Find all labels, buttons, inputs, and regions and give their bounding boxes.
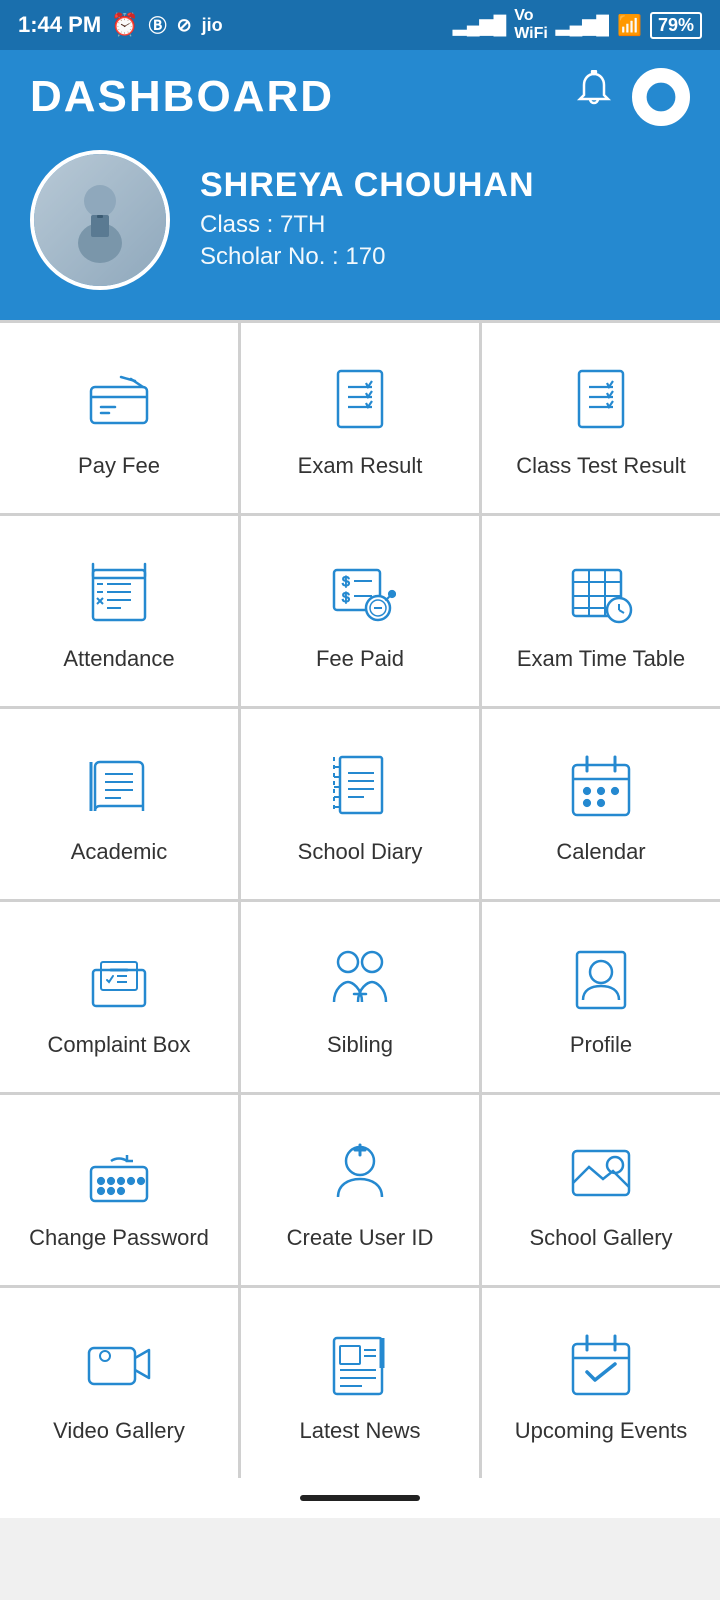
fee-paid-icon: $ $ — [324, 556, 396, 628]
logout-button[interactable] — [632, 68, 690, 126]
latest-news-icon — [324, 1328, 396, 1400]
class-test-result-icon — [565, 363, 637, 435]
attendance-icon — [83, 556, 155, 628]
fee-paid-label: Fee Paid — [316, 646, 404, 672]
vowifi-icon: VoWiFi — [514, 7, 548, 43]
grid-item-class-test-result[interactable]: Class Test Result — [482, 323, 720, 513]
grid-item-upcoming-events[interactable]: Upcoming Events — [482, 1288, 720, 1478]
svg-text:$: $ — [342, 589, 350, 605]
upcoming-events-label: Upcoming Events — [515, 1418, 687, 1444]
school-diary-label: School Diary — [298, 839, 423, 865]
profile-label: Profile — [570, 1032, 632, 1058]
complaint-box-icon — [83, 942, 155, 1014]
academic-icon — [83, 749, 155, 821]
signal-bars2-icon: ▂▄▆█ — [556, 15, 609, 36]
user-scholar: Scholar No. : 170 — [200, 243, 535, 271]
grid-item-school-gallery[interactable]: School Gallery — [482, 1095, 720, 1285]
school-gallery-icon — [565, 1135, 637, 1207]
grid-item-calendar[interactable]: Calendar — [482, 709, 720, 899]
grid-item-complaint-box[interactable]: Complaint Box — [0, 902, 238, 1092]
academic-label: Academic — [71, 839, 168, 865]
grid-item-sibling[interactable]: Sibling — [241, 902, 479, 1092]
signal-bars-icon: ▂▄▆█ — [453, 15, 506, 36]
alarm-icon: ⏰ — [111, 12, 138, 38]
bitcoin-icon: Ⓑ — [149, 12, 167, 38]
create-user-id-icon — [324, 1135, 396, 1207]
status-right: ▂▄▆█ VoWiFi ▂▄▆█ 📶 79% — [453, 7, 702, 43]
grid-item-fee-paid[interactable]: $ $ Fee Paid — [241, 516, 479, 706]
pay-fee-icon — [83, 363, 155, 435]
sibling-label: Sibling — [327, 1032, 393, 1058]
change-password-label: Change Password — [29, 1225, 209, 1251]
dashboard-grid: Pay Fee Exam Result — [0, 320, 720, 1478]
grid-item-change-password[interactable]: Change Password — [0, 1095, 238, 1285]
school-diary-icon — [324, 749, 396, 821]
signal-icon: ⊘ — [177, 15, 192, 36]
grid-item-school-diary[interactable]: School Diary — [241, 709, 479, 899]
battery-display: 79% — [650, 12, 702, 39]
grid-item-attendance[interactable]: Attendance — [0, 516, 238, 706]
calendar-icon — [565, 749, 637, 821]
class-test-result-label: Class Test Result — [516, 453, 686, 479]
grid-item-video-gallery[interactable]: Video Gallery — [0, 1288, 238, 1478]
header-actions — [572, 68, 690, 126]
exam-result-label: Exam Result — [298, 453, 423, 479]
profile-icon — [565, 942, 637, 1014]
school-gallery-label: School Gallery — [529, 1225, 672, 1251]
grid-item-profile[interactable]: Profile — [482, 902, 720, 1092]
jio-label: jio — [202, 15, 223, 36]
exam-result-icon — [324, 363, 396, 435]
user-class: Class : 7TH — [200, 211, 535, 239]
time-display: 1:44 PM — [18, 12, 101, 38]
latest-news-label: Latest News — [299, 1418, 420, 1444]
page-title: DASHBOARD — [30, 72, 334, 122]
profile-info: SHREYA CHOUHAN Class : 7TH Scholar No. :… — [200, 166, 535, 275]
header: DASHBOARD — [0, 50, 720, 320]
exam-timetable-label: Exam Time Table — [517, 646, 685, 672]
wifi-icon: 📶 — [617, 13, 642, 38]
pay-fee-label: Pay Fee — [78, 453, 160, 479]
sibling-icon — [324, 942, 396, 1014]
create-user-id-label: Create User ID — [287, 1225, 434, 1251]
change-password-icon — [83, 1135, 155, 1207]
grid-item-academic[interactable]: Academic — [0, 709, 238, 899]
status-left: 1:44 PM ⏰ Ⓑ ⊘ jio — [18, 12, 223, 38]
header-top: DASHBOARD — [30, 68, 690, 126]
profile-section: SHREYA CHOUHAN Class : 7TH Scholar No. :… — [30, 150, 690, 290]
video-gallery-icon — [83, 1328, 155, 1400]
upcoming-events-icon — [565, 1328, 637, 1400]
calendar-label: Calendar — [556, 839, 645, 865]
notification-bell-icon[interactable] — [572, 70, 616, 124]
grid-item-exam-result[interactable]: Exam Result — [241, 323, 479, 513]
video-gallery-label: Video Gallery — [53, 1418, 185, 1444]
grid-item-latest-news[interactable]: Latest News — [241, 1288, 479, 1478]
home-indicator — [300, 1495, 420, 1501]
user-name: SHREYA CHOUHAN — [200, 166, 535, 205]
bottom-bar — [0, 1478, 720, 1518]
grid-item-exam-timetable[interactable]: Exam Time Table — [482, 516, 720, 706]
svg-text:$: $ — [342, 573, 350, 589]
status-bar: 1:44 PM ⏰ Ⓑ ⊘ jio ▂▄▆█ VoWiFi ▂▄▆█ 📶 79% — [0, 0, 720, 50]
complaint-box-label: Complaint Box — [47, 1032, 190, 1058]
avatar — [30, 150, 170, 290]
exam-timetable-icon — [565, 556, 637, 628]
grid-item-pay-fee[interactable]: Pay Fee — [0, 323, 238, 513]
attendance-label: Attendance — [63, 646, 174, 672]
grid-item-create-user-id[interactable]: Create User ID — [241, 1095, 479, 1285]
